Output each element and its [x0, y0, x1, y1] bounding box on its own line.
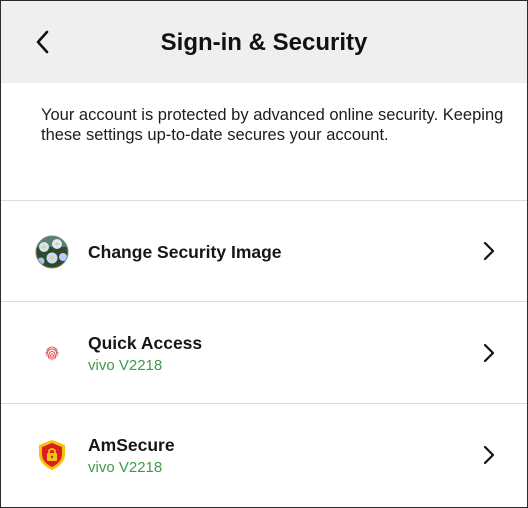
change-security-image-item[interactable]: Change Security Image — [1, 201, 527, 301]
quick-access-item[interactable]: Quick Access vivo V2218 — [1, 302, 527, 402]
page-title: Sign-in & Security — [160, 29, 368, 56]
shield-lock-icon — [35, 438, 69, 472]
sign-in-security-screen: Sign-in & Security Your account is prote… — [0, 0, 528, 508]
security-description: Your account is protected by advanced on… — [41, 106, 504, 144]
amsecure-item[interactable]: AmSecure vivo V2218 — [1, 404, 527, 504]
chevron-right-icon — [481, 241, 497, 261]
top-bar: Sign-in & Security — [1, 1, 527, 83]
device-name: vivo V2218 — [88, 459, 163, 476]
chevron-right-icon — [481, 343, 497, 363]
item-label: AmSecure — [88, 435, 175, 455]
device-name: vivo V2218 — [88, 357, 163, 374]
security-image-icon — [35, 235, 69, 269]
item-label: Quick Access — [88, 333, 203, 353]
item-label: Change Security Image — [88, 242, 282, 262]
chevron-right-icon — [481, 445, 497, 465]
fingerprint-icon — [35, 336, 69, 370]
